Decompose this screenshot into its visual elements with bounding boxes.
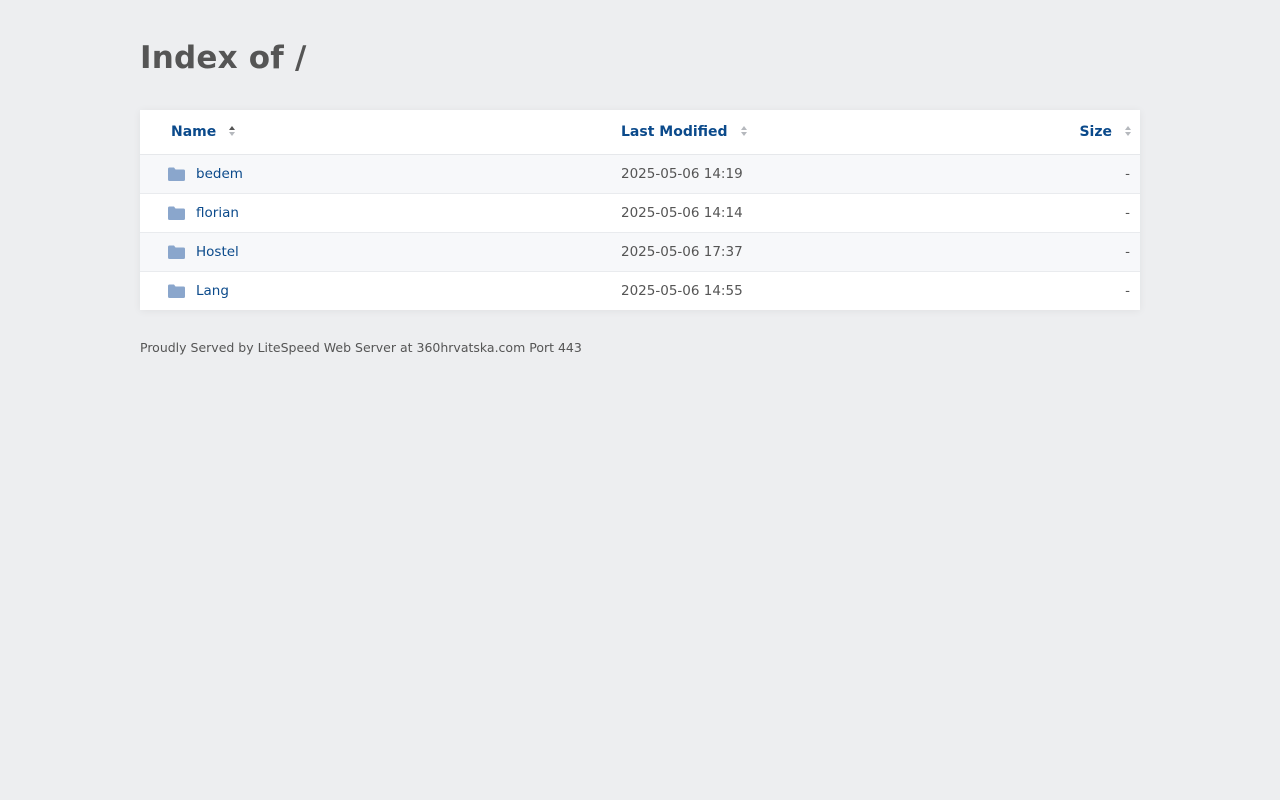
name-cell: bedem: [140, 154, 620, 194]
size-cell: -: [1020, 271, 1140, 310]
size-cell: -: [1020, 154, 1140, 194]
table-row: bedem 2025-05-06 14:19 -: [140, 154, 1140, 194]
table-row: Hostel 2025-05-06 17:37 -: [140, 232, 1140, 272]
last-modified-cell: 2025-05-06 14:14: [620, 193, 1020, 233]
folder-link-hostel[interactable]: Hostel: [196, 244, 239, 260]
name-cell: florian: [140, 193, 620, 233]
sort-by-name-link[interactable]: Name: [171, 124, 216, 140]
page-title: Index of /: [140, 40, 307, 76]
folder-link-florian[interactable]: florian: [196, 205, 239, 221]
sort-both-icon[interactable]: [228, 125, 236, 137]
name-cell: Hostel: [140, 232, 620, 272]
directory-listing: Name Last Modified Size bedem 2025-05-06…: [140, 110, 1140, 310]
table-row: Lang 2025-05-06 14:55 -: [140, 271, 1140, 310]
last-modified-cell: 2025-05-06 14:55: [620, 271, 1020, 310]
size-cell: -: [1020, 232, 1140, 272]
table-row: florian 2025-05-06 14:14 -: [140, 193, 1140, 233]
name-cell: Lang: [140, 271, 620, 310]
sort-by-size-link[interactable]: Size: [1079, 124, 1112, 140]
sort-both-icon[interactable]: [1124, 125, 1132, 137]
folder-link-lang[interactable]: Lang: [196, 283, 229, 299]
size-column-header: Size: [1020, 110, 1140, 155]
folder-icon: [168, 245, 185, 259]
sort-both-icon[interactable]: [740, 125, 748, 137]
sort-by-last-modified-link[interactable]: Last Modified: [621, 124, 728, 140]
folder-icon: [168, 206, 185, 220]
directory-table: Name Last Modified Size bedem 2025-05-06…: [140, 110, 1140, 310]
folder-link-bedem[interactable]: bedem: [196, 166, 243, 182]
name-column-header: Name: [140, 110, 620, 155]
last-modified-cell: 2025-05-06 14:19: [620, 154, 1020, 194]
server-footer: Proudly Served by LiteSpeed Web Server a…: [140, 340, 582, 355]
folder-icon: [168, 167, 185, 181]
last-modified-column-header: Last Modified: [620, 110, 1020, 155]
last-modified-cell: 2025-05-06 17:37: [620, 232, 1020, 272]
table-header-row: Name Last Modified Size: [140, 110, 1140, 155]
size-cell: -: [1020, 193, 1140, 233]
folder-icon: [168, 284, 185, 298]
